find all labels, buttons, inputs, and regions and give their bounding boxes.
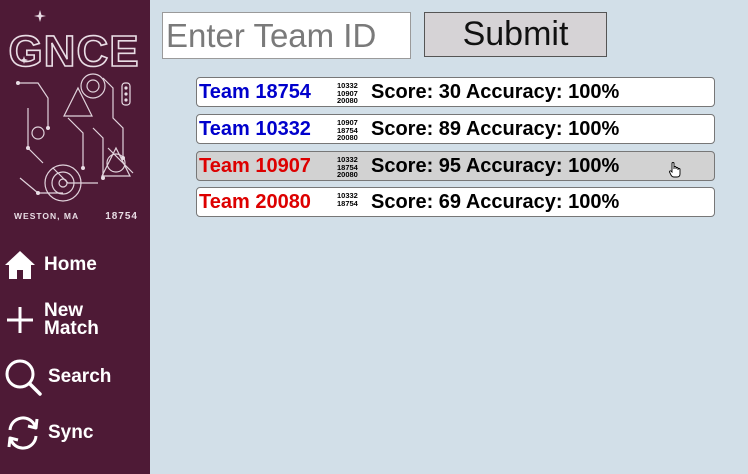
nav-search[interactable]: Search [0,355,150,399]
nav-new-match-label: New Match [44,301,99,339]
sidebar: GNCE WESTON, MA 18754 Home New Match Sea… [0,0,150,474]
nav-new-match[interactable]: New Match [0,298,150,342]
logo-location: WESTON, MA [14,211,79,221]
team-name: Team 18754 [199,81,311,103]
nav-home-label: Home [44,254,97,275]
score-accuracy: Score: 30 Accuracy: 100% [371,81,620,103]
logo-team-number: 18754 [105,211,138,222]
team-name: Team 10907 [199,155,311,177]
score-accuracy: Score: 95 Accuracy: 100% [371,155,620,177]
result-row[interactable]: Team 18754 10332 10907 20080 Score: 30 Accur… [196,77,715,107]
team-name: Team 20080 [199,191,311,213]
nav-new-match-line2: Match [44,318,99,339]
partner-team-number: 18754 [337,198,358,208]
team-id-input[interactable] [162,12,411,59]
partner-team-number: 20080 [337,133,358,142]
submit-button[interactable]: Submit [424,12,607,57]
team-logo: GNCE WESTON, MA 18754 [8,10,139,222]
alliance-partners: 10332 18754 [337,192,358,207]
result-row[interactable]: Team 20080 10332 18754 Score: 69 Accuracy: … [196,187,715,217]
nav-search-label: Search [48,366,112,387]
alliance-partners: 10907 18754 20080 [337,119,358,142]
nav-sync-label: Sync [48,422,94,443]
result-row[interactable]: Team 10332 10907 18754 20080 Score: 89 Accur… [196,114,715,144]
logo-title: GNCE [8,27,139,76]
home-icon [5,251,35,279]
team-name: Team 10332 [199,118,311,140]
partner-team-number: 20080 [337,170,358,179]
partner-team-number: 20080 [337,96,358,105]
alliance-partners: 10332 18754 20080 [337,156,358,179]
score-accuracy: Score: 69 Accuracy: 100% [371,191,620,213]
nav-home[interactable]: Home [0,243,150,287]
nav-sync[interactable]: Sync [0,411,150,455]
sync-icon [7,416,39,450]
alliance-partners: 10332 10907 20080 [337,82,358,105]
score-accuracy: Score: 89 Accuracy: 100% [371,118,620,140]
result-row[interactable]: Team 10907 10332 18754 20080 Score: 95 Accur… [196,151,715,181]
search-icon [5,359,42,396]
plus-icon [7,307,33,333]
hand-cursor-icon [669,162,681,178]
